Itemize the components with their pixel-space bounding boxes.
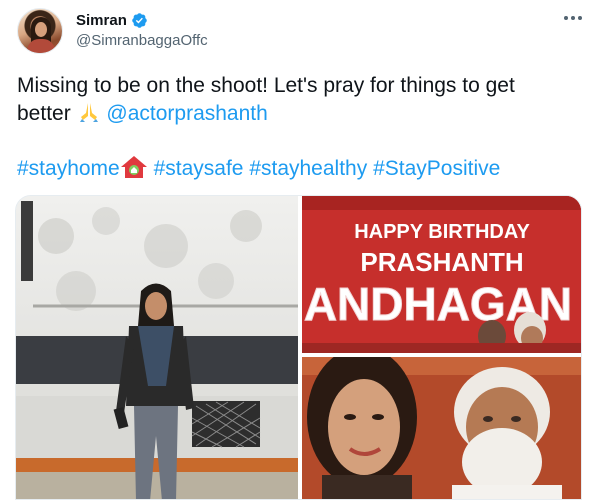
tweet-text: Missing to be on the shoot! Let's pray f… — [17, 72, 587, 128]
photo-birthday-banner[interactable]: HAPPY BIRTHDAY PRASHANTH ANDHAGAN — [302, 196, 581, 353]
folded-hands-emoji-icon — [79, 103, 98, 122]
verified-badge-icon — [132, 13, 147, 28]
media-grid: HAPPY BIRTHDAY PRASHANTH ANDHAGAN — [15, 195, 582, 500]
hashtag-staysafe[interactable]: #staysafe — [154, 157, 244, 180]
tweet-text-line1: Missing to be on the shoot! Let's pray f… — [17, 74, 515, 97]
avatar[interactable] — [17, 8, 63, 54]
hashtag-row: #stayhome #staysafe #stayhealthy #StayPo… — [17, 155, 587, 183]
tweet-card: Simran @SimranbaggaOffc Missing to be on… — [0, 0, 600, 500]
author-name-row[interactable]: Simran — [76, 12, 148, 29]
hashtag-stayhome[interactable]: #stayhome — [17, 157, 120, 180]
tweet-text-line2: better — [17, 102, 71, 125]
display-name[interactable]: Simran — [76, 12, 127, 29]
house-emoji-icon — [120, 156, 147, 178]
photo-selfie[interactable] — [302, 357, 581, 499]
more-options-icon[interactable] — [562, 9, 584, 27]
hashtag-staypositive[interactable]: #StayPositive — [373, 157, 500, 180]
banner-line2: PRASHANTH — [360, 247, 523, 277]
banner-line1: HAPPY BIRTHDAY — [354, 221, 530, 243]
hashtag-stayhealthy[interactable]: #stayhealthy — [249, 157, 367, 180]
photo-caravan[interactable] — [16, 196, 298, 499]
user-handle[interactable]: @SimranbaggaOffc — [76, 32, 208, 49]
mention-link[interactable]: @actorprashanth — [106, 102, 267, 125]
